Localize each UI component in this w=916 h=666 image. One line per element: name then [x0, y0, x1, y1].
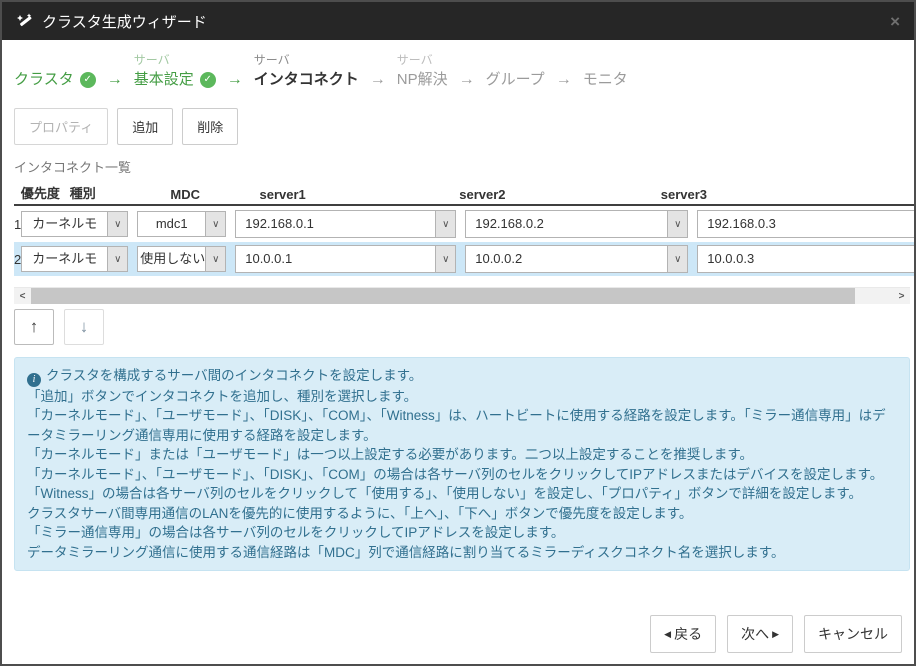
interconnect-table: 優先度 種別 MDC server1 server2 server3 1 カーネ… [14, 182, 914, 276]
back-button[interactable]: ◀ 戻る [650, 615, 716, 653]
table-row: 2 カーネルモ ∨ 使用しない ∨ 10.0.0.1 ∨ 10.0.0.2 [14, 242, 914, 276]
mdc-select[interactable]: mdc1 ∨ [137, 211, 226, 237]
header-server1: server1 [253, 187, 445, 202]
step-label: モニタ [583, 69, 628, 91]
dialog-title: クラスタ生成ウィザード [42, 11, 207, 32]
chevron-down-icon[interactable]: ∨ [667, 211, 687, 237]
info-line: クラスタサーバ間専用通信のLANを優先的に使用するように、「上へ」、「下へ」ボタ… [27, 504, 897, 524]
server3-combobox[interactable]: 192.168.0.3 [697, 210, 914, 238]
step-arrow-icon: → [107, 69, 123, 91]
wizard-steps: クラスタ✓ → サーバ 基本設定✓ → サーバ インタコネクト → サーバ NP… [14, 52, 902, 91]
step-arrow-icon: → [459, 69, 475, 91]
chevron-down-icon[interactable]: ∨ [107, 212, 127, 236]
step-group[interactable]: グループ [486, 52, 545, 91]
add-button[interactable]: 追加 [117, 108, 173, 145]
step-label: グループ [486, 69, 545, 91]
priority-cell: 1 [14, 217, 21, 232]
step-basic-settings[interactable]: サーバ 基本設定✓ [134, 52, 216, 91]
move-up-button[interactable]: ↑ [14, 309, 54, 345]
server3-combobox[interactable]: 10.0.0.3 [697, 245, 914, 273]
info-line: 「カーネルモード」、「ユーザモード」、「DISK」、「COM」、「Witness… [27, 406, 897, 445]
step-interconnect[interactable]: サーバ インタコネクト [254, 52, 359, 91]
scrollbar-thumb[interactable] [31, 288, 855, 304]
table-header-row: 優先度 種別 MDC server1 server2 server3 [14, 182, 914, 202]
delete-button[interactable]: 削除 [182, 108, 238, 145]
step-label: インタコネクト [254, 69, 359, 91]
header-mdc: MDC [167, 187, 244, 202]
priority-order-buttons: ↑ ↓ [14, 309, 902, 345]
cancel-button[interactable]: キャンセル [804, 615, 902, 653]
horizontal-scrollbar[interactable]: < > [14, 287, 910, 304]
close-icon[interactable]: × [890, 13, 900, 30]
chevron-down-icon[interactable]: ∨ [435, 246, 455, 272]
chevron-down-icon[interactable]: ∨ [205, 212, 225, 236]
check-icon: ✓ [80, 72, 96, 88]
info-line: 「カーネルモード」、「ユーザモード」、「DISK」、「COM」の場合は各サーバ列… [27, 465, 897, 485]
title-bar: クラスタ生成ウィザード × [2, 2, 914, 40]
step-arrow-icon: → [370, 69, 386, 91]
type-select[interactable]: カーネルモ ∨ [21, 211, 128, 237]
type-select[interactable]: カーネルモ ∨ [21, 246, 128, 272]
info-line: データミラーリング通信に使用する通信経路は「MDC」列で通信経路に割り当てるミラ… [27, 543, 897, 563]
header-server2: server2 [452, 187, 646, 202]
server2-combobox[interactable]: 192.168.0.2 ∨ [465, 210, 688, 238]
step-arrow-icon: → [556, 69, 572, 91]
header-server3: server3 [654, 187, 914, 202]
mdc-select[interactable]: 使用しない ∨ [137, 246, 226, 272]
table-row: 1 カーネルモ ∨ mdc1 ∨ 192.168.0.1 ∨ 192.168.0 [14, 207, 914, 241]
chevron-down-icon[interactable]: ∨ [667, 246, 687, 272]
magic-wand-icon [16, 12, 34, 30]
header-rule [14, 204, 914, 206]
chevron-down-icon[interactable]: ∨ [107, 247, 127, 271]
property-button[interactable]: プロパティ [14, 108, 108, 145]
info-line: 「追加」ボタンでインタコネクトを追加し、種別を選択します。 [27, 387, 897, 407]
back-arrow-icon: ◀ [664, 630, 671, 639]
info-line: iクラスタを構成するサーバ間のインタコネクトを設定します。 [27, 366, 897, 387]
toolbar: プロパティ 追加 削除 [14, 108, 902, 145]
next-arrow-icon: ▶ [772, 630, 779, 639]
info-box: iクラスタを構成するサーバ間のインタコネクトを設定します。 「追加」ボタンでイン… [14, 357, 910, 571]
step-label: NP解決 [397, 69, 448, 91]
server1-combobox[interactable]: 192.168.0.1 ∨ [235, 210, 456, 238]
info-icon: i [27, 373, 41, 387]
chevron-down-icon[interactable]: ∨ [205, 247, 225, 271]
step-label: 基本設定 [134, 69, 194, 91]
info-line: 「Witness」の場合は各サーバ列のセルをクリックして「使用する」、「使用しな… [27, 484, 897, 504]
scrollbar-track[interactable] [855, 288, 893, 304]
step-label: クラスタ [14, 69, 74, 91]
move-down-button[interactable]: ↓ [64, 309, 104, 345]
info-line: 「ミラー通信専用」の場合は各サーバ列のセルをクリックしてIPアドレスを設定します… [27, 523, 897, 543]
scroll-left-icon[interactable]: < [14, 288, 31, 304]
header-priority: 優先度 [14, 183, 67, 202]
server2-combobox[interactable]: 10.0.0.2 ∨ [465, 245, 688, 273]
step-np-resolution[interactable]: サーバ NP解決 [397, 52, 448, 91]
footer: ◀ 戻る 次へ ▶ キャンセル [639, 615, 902, 653]
scroll-right-icon[interactable]: > [893, 288, 910, 304]
chevron-down-icon[interactable]: ∨ [435, 211, 455, 237]
info-line: 「カーネルモード」または「ユーザモード」は一つ以上設定する必要があります。二つ以… [27, 445, 897, 465]
step-cluster[interactable]: クラスタ ✓ [14, 52, 96, 91]
check-icon: ✓ [200, 72, 216, 88]
server1-combobox[interactable]: 10.0.0.1 ∨ [235, 245, 456, 273]
next-button[interactable]: 次へ ▶ [727, 615, 793, 653]
cluster-wizard-dialog: クラスタ生成ウィザード × クラスタ✓ → サーバ 基本設定✓ → サーバ イン… [0, 0, 916, 666]
interconnect-list-label: インタコネクト一覧 [14, 157, 902, 176]
step-monitor[interactable]: モニタ [583, 52, 628, 91]
priority-cell: 2 [14, 252, 21, 267]
header-type: 種別 [67, 183, 160, 202]
step-arrow-icon: → [227, 69, 243, 91]
